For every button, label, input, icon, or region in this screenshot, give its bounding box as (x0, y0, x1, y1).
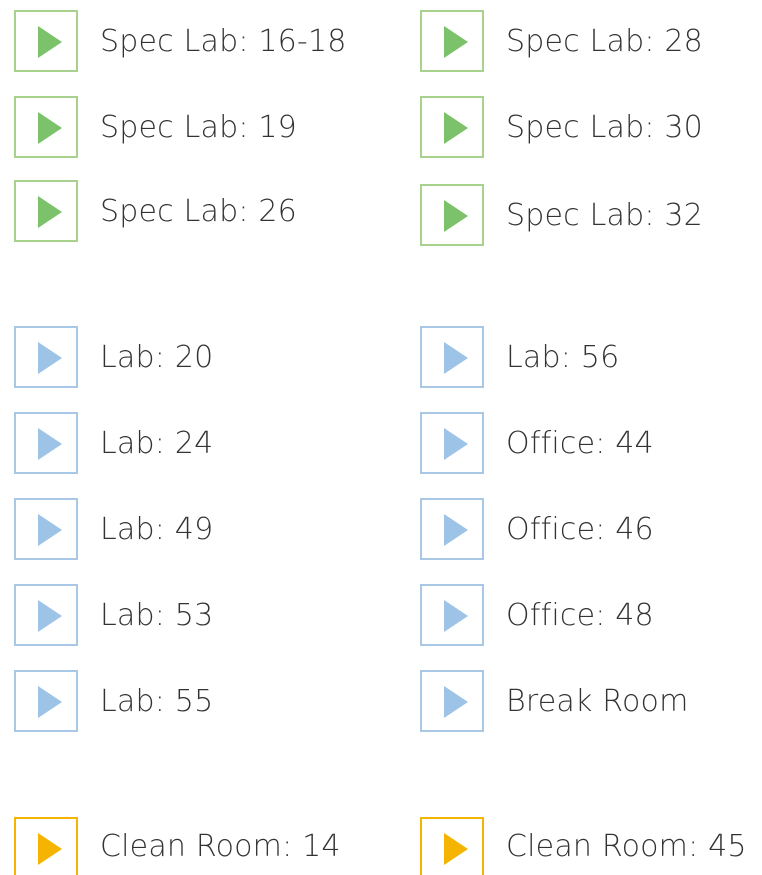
play-button-frame[interactable] (14, 10, 78, 72)
play-icon (444, 26, 468, 58)
play-icon (444, 200, 468, 232)
play-button-frame[interactable] (420, 498, 484, 560)
office-44-play-button[interactable]: Office: 44 (420, 412, 654, 474)
office-46-play-button[interactable]: Office: 46 (420, 498, 654, 560)
lab-20-play-button[interactable]: Lab: 20 (14, 326, 213, 388)
play-icon (444, 342, 468, 374)
play-icon (38, 514, 62, 546)
play-icon (444, 686, 468, 718)
play-button-frame[interactable] (14, 670, 78, 732)
lab-53-play-button[interactable]: Lab: 53 (14, 584, 213, 646)
play-button-frame[interactable] (420, 10, 484, 72)
play-button-frame[interactable] (14, 498, 78, 560)
room-label: Lab: 24 (100, 425, 214, 461)
clean-room-45-play-button[interactable]: Clean Room: 45 (420, 817, 747, 875)
play-icon (444, 514, 468, 546)
play-icon (38, 196, 62, 228)
spec-lab-30-play-button[interactable]: Spec Lab: 30 (420, 96, 703, 158)
room-label: Clean Room: 14 (100, 829, 341, 864)
play-button-frame[interactable] (14, 96, 78, 158)
room-label: Break Room (506, 683, 689, 719)
play-icon (444, 833, 468, 865)
play-button-frame[interactable] (420, 817, 484, 875)
room-label: Spec Lab: 32 (506, 197, 703, 233)
play-icon (444, 428, 468, 460)
play-button-frame[interactable] (14, 584, 78, 646)
play-button-frame[interactable] (420, 584, 484, 646)
room-label: Clean Room: 45 (506, 829, 747, 864)
play-icon (38, 833, 62, 865)
spec-lab-28-play-button[interactable]: Spec Lab: 28 (420, 10, 703, 72)
spec-lab-32-play-button[interactable]: Spec Lab: 32 (420, 184, 703, 246)
room-label: Office: 44 (506, 425, 654, 461)
room-label: Office: 48 (506, 597, 654, 633)
break-room-play-button[interactable]: Break Room (420, 670, 689, 732)
play-icon (444, 600, 468, 632)
play-button-frame[interactable] (420, 96, 484, 158)
lab-56-play-button[interactable]: Lab: 56 (420, 326, 619, 388)
room-label: Lab: 49 (100, 511, 214, 547)
room-label: Spec Lab: 30 (506, 109, 703, 145)
play-icon (38, 342, 62, 374)
play-icon (38, 600, 62, 632)
room-label: Spec Lab: 28 (506, 23, 703, 59)
play-icon (38, 428, 62, 460)
play-button-frame[interactable] (420, 326, 484, 388)
spec-lab-26-play-button[interactable]: Spec Lab: 26 (14, 180, 297, 242)
room-label: Lab: 56 (506, 339, 620, 375)
play-button-frame[interactable] (14, 326, 78, 388)
room-label: Spec Lab: 19 (100, 109, 297, 145)
clean-room-14-play-button[interactable]: Clean Room: 14 (14, 817, 341, 875)
spec-lab-19-play-button[interactable]: Spec Lab: 19 (14, 96, 297, 158)
play-button-frame[interactable] (420, 670, 484, 732)
lab-49-play-button[interactable]: Lab: 49 (14, 498, 213, 560)
room-label: Lab: 53 (100, 597, 214, 633)
play-icon (38, 686, 62, 718)
spec-lab-16-18-play-button[interactable]: Spec Lab: 16-18 (14, 10, 347, 72)
play-icon (38, 26, 62, 58)
room-label: Lab: 20 (100, 339, 214, 375)
play-button-frame[interactable] (420, 184, 484, 246)
play-icon (444, 112, 468, 144)
room-label: Spec Lab: 16-18 (100, 23, 347, 59)
office-48-play-button[interactable]: Office: 48 (420, 584, 654, 646)
play-button-frame[interactable] (14, 817, 78, 875)
lab-55-play-button[interactable]: Lab: 55 (14, 670, 213, 732)
lab-24-play-button[interactable]: Lab: 24 (14, 412, 213, 474)
room-label: Office: 46 (506, 511, 654, 547)
room-label: Lab: 55 (100, 683, 214, 719)
play-icon (38, 112, 62, 144)
play-button-frame[interactable] (14, 180, 78, 242)
play-button-frame[interactable] (14, 412, 78, 474)
room-label: Spec Lab: 26 (100, 193, 297, 229)
play-button-frame[interactable] (420, 412, 484, 474)
